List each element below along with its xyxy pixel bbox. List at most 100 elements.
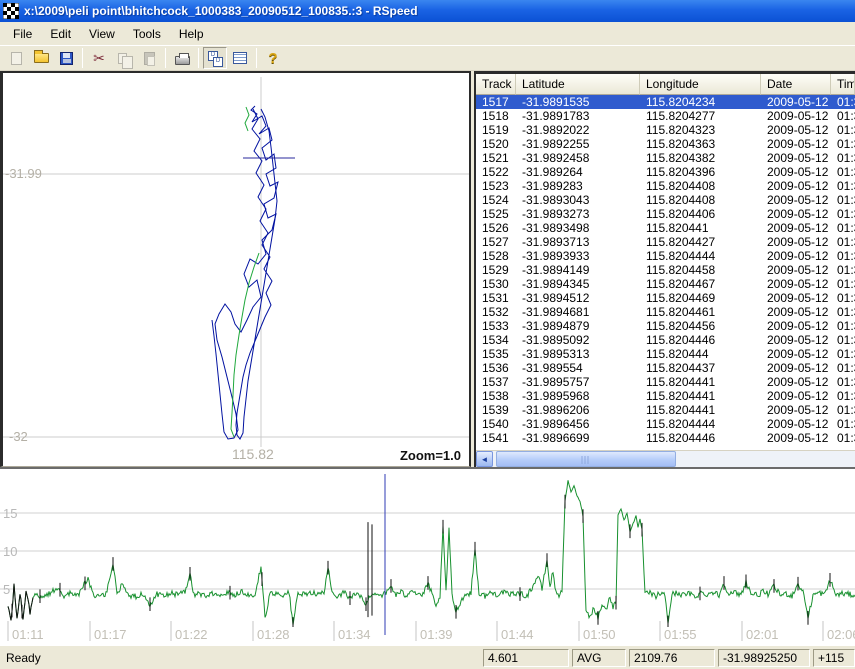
save-icon: [60, 52, 73, 65]
cell-longitude: 115.8204469: [640, 291, 761, 305]
svg-text:01:34: 01:34: [338, 627, 371, 642]
cell-date: 2009-05-12: [761, 319, 831, 333]
cell-time: 01:3: [831, 375, 855, 389]
window-title: x:\2009\peli point\bhitchcock_1000383_20…: [24, 4, 418, 18]
cell-time: 01:3: [831, 333, 855, 347]
column-header-longitude[interactable]: Longitude: [640, 74, 761, 95]
table-row[interactable]: 1519-31.9892022115.82043232009-05-1201:3: [476, 123, 855, 137]
column-header-time[interactable]: Time: [831, 74, 855, 95]
cell-longitude: 115.8204396: [640, 165, 761, 179]
cell-longitude: 115.8204456: [640, 319, 761, 333]
cell-track: 1532: [476, 305, 516, 319]
table-row[interactable]: 1529-31.9894149115.82044582009-05-1201:3: [476, 263, 855, 277]
scroll-left-arrow-icon[interactable]: ◄: [476, 451, 493, 467]
table-row[interactable]: 1532-31.9894681115.82044612009-05-1201:3: [476, 305, 855, 319]
menu-help[interactable]: Help: [170, 24, 213, 44]
cell-date: 2009-05-12: [761, 249, 831, 263]
cell-time: 01:3: [831, 109, 855, 123]
speed-chart-plot[interactable]: 1510501:1101:1701:2201:2801:3401:3901:44…: [0, 469, 855, 645]
toolbar-separator: [256, 48, 257, 68]
menu-edit[interactable]: Edit: [41, 24, 80, 44]
table-row[interactable]: 1517-31.9891535115.82042342009-05-1201:3: [476, 95, 855, 109]
table-row[interactable]: 1535-31.9895313115.8204442009-05-1201:3: [476, 347, 855, 361]
cell-longitude: 115.8204427: [640, 235, 761, 249]
track-map-plot[interactable]: -31.99-32115.82: [3, 73, 469, 465]
table-row[interactable]: 1528-31.9893933115.82044442009-05-1201:3: [476, 249, 855, 263]
table-row[interactable]: 1536-31.989554115.82044372009-05-1201:3: [476, 361, 855, 375]
table-row[interactable]: 1527-31.9893713115.82044272009-05-1201:3: [476, 235, 855, 249]
main-split-area: -31.99-32115.82 Zoom=1.0 TrackLatitudeLo…: [0, 71, 855, 467]
table-row[interactable]: 1540-31.9896456115.82044442009-05-1201:3: [476, 417, 855, 431]
table-row[interactable]: 1521-31.9892458115.82043822009-05-1201:3: [476, 151, 855, 165]
table-row[interactable]: 1522-31.989264115.82043962009-05-1201:3: [476, 165, 855, 179]
menu-view[interactable]: View: [80, 24, 124, 44]
table-row[interactable]: 1539-31.9896206115.82044412009-05-1201:3: [476, 403, 855, 417]
table-row[interactable]: 1520-31.9892255115.82043632009-05-1201:3: [476, 137, 855, 151]
cell-track: 1529: [476, 263, 516, 277]
cell-latitude: -31.9893043: [516, 193, 640, 207]
cell-track: 1524: [476, 193, 516, 207]
table-row[interactable]: 1524-31.9893043115.82044082009-05-1201:3: [476, 193, 855, 207]
toolbar-button-open[interactable]: [29, 47, 53, 69]
cell-longitude: 115.8204446: [640, 431, 761, 445]
checkered-flag-icon: [3, 3, 19, 19]
table-row[interactable]: 1525-31.9893273115.82044062009-05-1201:3: [476, 207, 855, 221]
cell-date: 2009-05-12: [761, 431, 831, 445]
cell-time: 01:3: [831, 361, 855, 375]
track-map-panel[interactable]: -31.99-32115.82 Zoom=1.0: [0, 71, 471, 467]
cell-longitude: 115.8204446: [640, 333, 761, 347]
toolbar-separator: [165, 48, 166, 68]
table-row[interactable]: 1541-31.9896699115.82044462009-05-1201:3: [476, 431, 855, 445]
toolbar-button-help[interactable]: ?: [261, 47, 285, 69]
toolbar-button-split-view[interactable]: [203, 47, 227, 69]
cell-longitude: 115.8204234: [640, 95, 761, 109]
cell-track: 1530: [476, 277, 516, 291]
table-h-scrollbar[interactable]: ◄: [476, 450, 855, 467]
menu-tools[interactable]: Tools: [124, 24, 170, 44]
cell-time: 01:3: [831, 249, 855, 263]
cell-time: 01:3: [831, 123, 855, 137]
menu-file[interactable]: File: [4, 24, 41, 44]
table-row[interactable]: 1518-31.9891783115.82042772009-05-1201:3: [476, 109, 855, 123]
cell-track: 1535: [476, 347, 516, 361]
table-row[interactable]: 1526-31.9893498115.8204412009-05-1201:3: [476, 221, 855, 235]
cell-date: 2009-05-12: [761, 137, 831, 151]
toolbar-button-paste: [137, 47, 161, 69]
column-header-date[interactable]: Date: [761, 74, 831, 95]
cut-icon: ✂: [93, 51, 105, 65]
table-row[interactable]: 1534-31.9895092115.82044462009-05-1201:3: [476, 333, 855, 347]
scrollbar-track[interactable]: [493, 451, 855, 467]
table-row[interactable]: 1537-31.9895757115.82044412009-05-1201:3: [476, 375, 855, 389]
table-row[interactable]: 1530-31.9894345115.82044672009-05-1201:3: [476, 277, 855, 291]
table-row[interactable]: 1533-31.9894879115.82044562009-05-1201:3: [476, 319, 855, 333]
cell-time: 01:3: [831, 347, 855, 361]
cell-date: 2009-05-12: [761, 305, 831, 319]
toolbar-button-cut[interactable]: ✂: [87, 47, 111, 69]
cell-date: 2009-05-12: [761, 361, 831, 375]
table-row[interactable]: 1538-31.9895968115.82044412009-05-1201:3: [476, 389, 855, 403]
svg-text:01:55: 01:55: [664, 627, 697, 642]
cell-time: 01:3: [831, 319, 855, 333]
scrollbar-thumb[interactable]: [496, 451, 676, 467]
cell-track: 1531: [476, 291, 516, 305]
svg-text:115.82: 115.82: [232, 446, 274, 462]
cell-longitude: 115.8204323: [640, 123, 761, 137]
toolbar-button-save[interactable]: [54, 47, 78, 69]
toolbar-button-table-view[interactable]: [228, 47, 252, 69]
table-row[interactable]: 1523-31.989283115.82044082009-05-1201:3: [476, 179, 855, 193]
cell-date: 2009-05-12: [761, 263, 831, 277]
cell-time: 01:3: [831, 179, 855, 193]
cell-track: 1534: [476, 333, 516, 347]
table-body: 1517-31.9891535115.82042342009-05-1201:3…: [476, 95, 855, 450]
toolbar-button-print[interactable]: [170, 47, 194, 69]
cell-longitude: 115.8204441: [640, 403, 761, 417]
cell-latitude: -31.9894345: [516, 277, 640, 291]
table-row[interactable]: 1531-31.9894512115.82044692009-05-1201:3: [476, 291, 855, 305]
cell-latitude: -31.989283: [516, 179, 640, 193]
cell-longitude: 115.8204441: [640, 375, 761, 389]
column-header-latitude[interactable]: Latitude: [516, 74, 640, 95]
title-bar[interactable]: x:\2009\peli point\bhitchcock_1000383_20…: [0, 0, 855, 22]
speed-chart-panel[interactable]: 1510501:1101:1701:2201:2801:3401:3901:44…: [0, 467, 855, 645]
cell-latitude: -31.9893498: [516, 221, 640, 235]
column-header-track[interactable]: Track: [476, 74, 516, 95]
